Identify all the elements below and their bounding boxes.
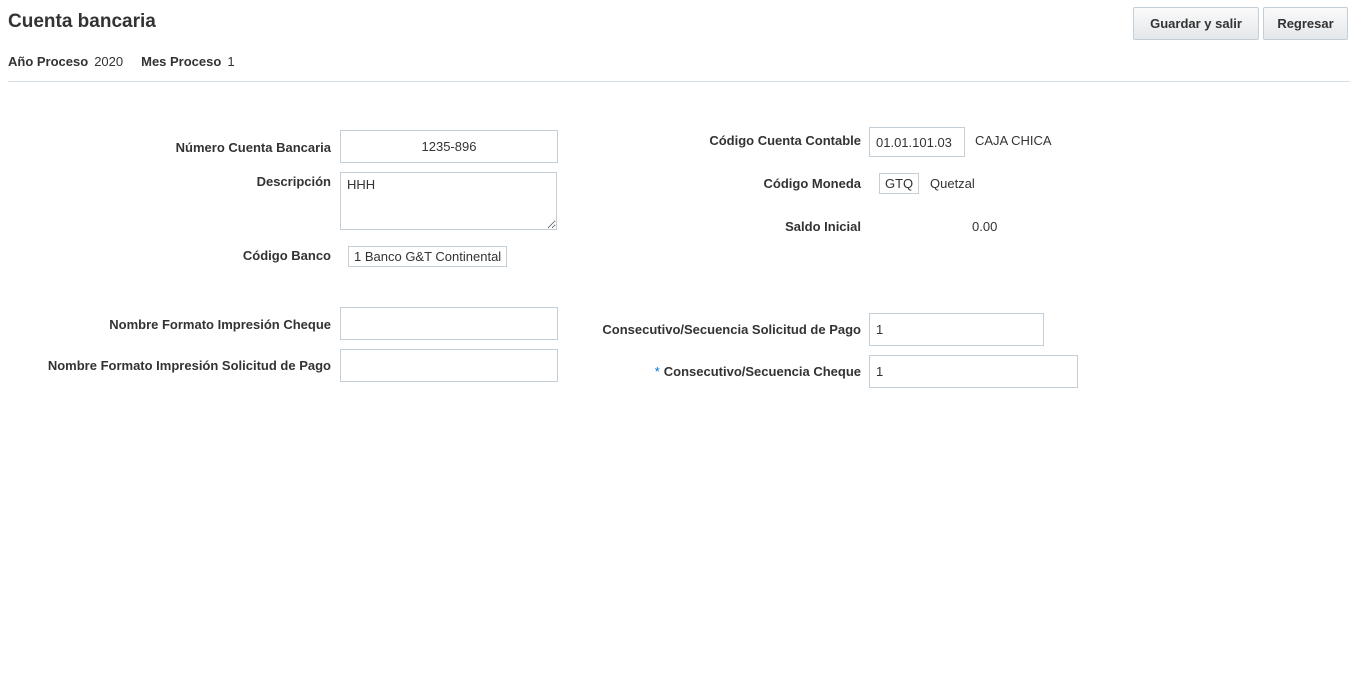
required-indicator: * [654, 364, 660, 379]
page-title: Cuenta bancaria [8, 11, 156, 32]
year-label: Año Proceso [8, 54, 89, 69]
payment-request-print-format-label: Nombre Formato Impresión Solicitud de Pa… [47, 358, 331, 373]
description-textarea[interactable]: HHH [340, 172, 557, 230]
ledger-account-code-label: Código Cuenta Contable [709, 133, 861, 148]
currency-code-value: GTQ [879, 173, 920, 194]
payment-request-print-format-input[interactable] [340, 349, 558, 382]
payment-request-sequence-label: Consecutivo/Secuencia Solicitud de Pago [602, 322, 861, 337]
ledger-account-code-input[interactable] [869, 127, 965, 157]
check-sequence-label-text: Consecutivo/Secuencia Cheque [663, 364, 861, 379]
check-print-format-label: Nombre Formato Impresión Cheque [109, 317, 331, 332]
bank-code-label: Código Banco [242, 248, 331, 263]
opening-balance-label: Saldo Inicial [785, 219, 861, 234]
year-value: 2020 [94, 54, 124, 69]
ledger-account-description: CAJA CHICA [975, 133, 1052, 148]
header-divider [8, 81, 1350, 82]
check-print-format-input[interactable] [340, 307, 558, 340]
bank-code-value: 1 Banco G&T Continental [348, 246, 508, 267]
account-number-label: Número Cuenta Bancaria [175, 140, 331, 155]
check-sequence-input[interactable] [869, 355, 1078, 388]
currency-code-label: Código Moneda [763, 176, 862, 191]
opening-balance-value: 0.00 [972, 219, 998, 234]
month-label: Mes Proceso [141, 54, 222, 69]
account-number-input[interactable] [340, 130, 558, 163]
bank-account-page: Cuenta bancaria Año Proceso 2020 Mes Proce… [0, 0, 1350, 700]
save-and-exit-button[interactable]: Guardar y salir [1133, 7, 1259, 40]
currency-name: Quetzal [930, 176, 975, 191]
payment-request-sequence-input[interactable] [869, 313, 1044, 346]
process-period-info: Año Proceso 2020 Mes Proceso 1 [8, 54, 235, 69]
description-label: Descripción [256, 174, 331, 189]
back-button[interactable]: Regresar [1263, 7, 1348, 40]
check-sequence-label: * Consecutivo/Secuencia Cheque [655, 364, 861, 379]
month-value: 1 [227, 54, 235, 69]
